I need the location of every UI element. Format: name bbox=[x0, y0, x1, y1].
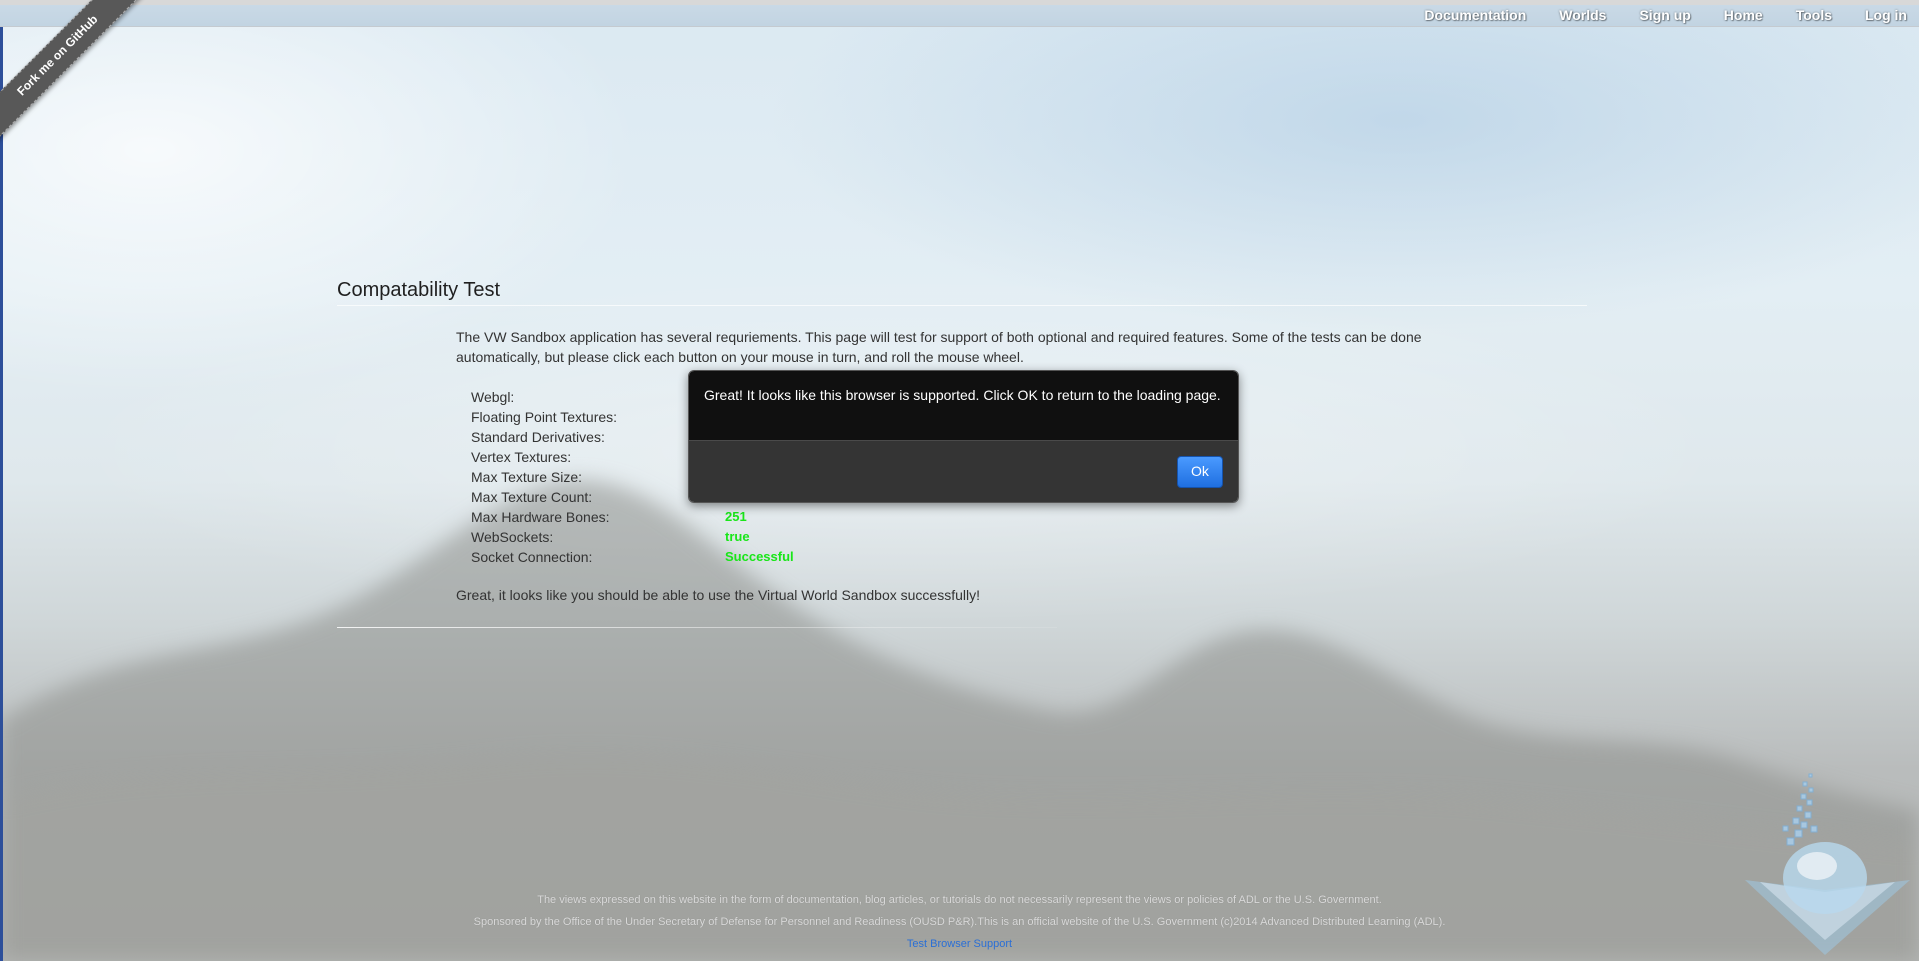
intro-text: The VW Sandbox application has several r… bbox=[456, 329, 1422, 365]
test-results-list: Webgl: Floating Point Textures: Standard… bbox=[471, 387, 794, 567]
test-row-standard-derivatives: Standard Derivatives: bbox=[471, 427, 617, 447]
nav-sign-up-link[interactable]: Sign up bbox=[1639, 7, 1690, 23]
test-browser-support-link-text[interactable]: Test Browser Support bbox=[907, 938, 1012, 950]
dialog-message: Great! It looks like this browser is sup… bbox=[689, 371, 1238, 441]
test-label: Standard Derivatives: bbox=[471, 429, 605, 445]
test-label: Max Texture Size: bbox=[471, 469, 583, 485]
content-divider bbox=[337, 627, 1057, 628]
test-label: Max Hardware Bones: bbox=[471, 509, 610, 525]
test-label: Floating Point Textures: bbox=[471, 409, 618, 425]
test-label: Vertex Textures: bbox=[471, 449, 572, 465]
top-navbar: Documentation Worlds Sign up Home Tools … bbox=[0, 0, 1919, 27]
footer-disclaimer: The views expressed on this website in t… bbox=[537, 894, 1382, 906]
nav-worlds-link[interactable]: Worlds bbox=[1559, 7, 1606, 23]
test-row-floating-point-textures: Floating Point Textures: bbox=[471, 407, 617, 427]
ok-button[interactable]: Ok bbox=[1177, 456, 1223, 488]
page-title: Compatability Test bbox=[337, 279, 501, 301]
test-value: Successful bbox=[725, 549, 794, 564]
test-row-websockets: WebSockets: true bbox=[471, 527, 750, 547]
github-ribbon-container: Fork me on GitHub bbox=[0, 0, 150, 150]
test-row-max-texture-size: Max Texture Size: bbox=[471, 467, 617, 487]
title-divider bbox=[337, 305, 1587, 306]
test-row-socket-connection: Socket Connection: Successful bbox=[471, 547, 794, 567]
nav-documentation-link[interactable]: Documentation bbox=[1424, 7, 1526, 23]
footer-sponsor: Sponsored by the Office of the Under Sec… bbox=[473, 916, 1446, 928]
test-value: true bbox=[725, 529, 750, 544]
test-label: Socket Connection: bbox=[471, 549, 593, 565]
vwf-sandbox-logo-icon bbox=[1745, 773, 1910, 955]
nav-tools-link[interactable]: Tools bbox=[1796, 7, 1832, 23]
result-message: Great, it looks like you should be able … bbox=[456, 587, 980, 603]
dialog-footer: Ok bbox=[689, 441, 1238, 502]
test-row-webgl: Webgl: bbox=[471, 387, 617, 407]
nav-log-in-link[interactable]: Log in bbox=[1865, 7, 1907, 23]
test-row-max-texture-count: Max Texture Count: bbox=[471, 487, 617, 507]
test-label: WebSockets: bbox=[471, 529, 554, 545]
nav-home-link[interactable]: Home bbox=[1724, 7, 1763, 23]
mountain-background bbox=[0, 479, 1919, 961]
support-dialog: Great! It looks like this browser is sup… bbox=[688, 370, 1239, 503]
test-row-vertex-textures: Vertex Textures: bbox=[471, 447, 617, 467]
test-label: Webgl: bbox=[471, 389, 515, 405]
fork-me-on-github-ribbon[interactable]: Fork me on GitHub bbox=[0, 0, 148, 146]
test-value: 251 bbox=[725, 509, 747, 524]
test-browser-support-link: Test Browser Support bbox=[0, 938, 1919, 950]
nav-menu: Documentation Worlds Sign up Home Tools … bbox=[1424, 7, 1919, 23]
test-label: Max Texture Count: bbox=[471, 489, 593, 505]
test-row-max-hardware-bones: Max Hardware Bones: 251 bbox=[471, 507, 747, 527]
